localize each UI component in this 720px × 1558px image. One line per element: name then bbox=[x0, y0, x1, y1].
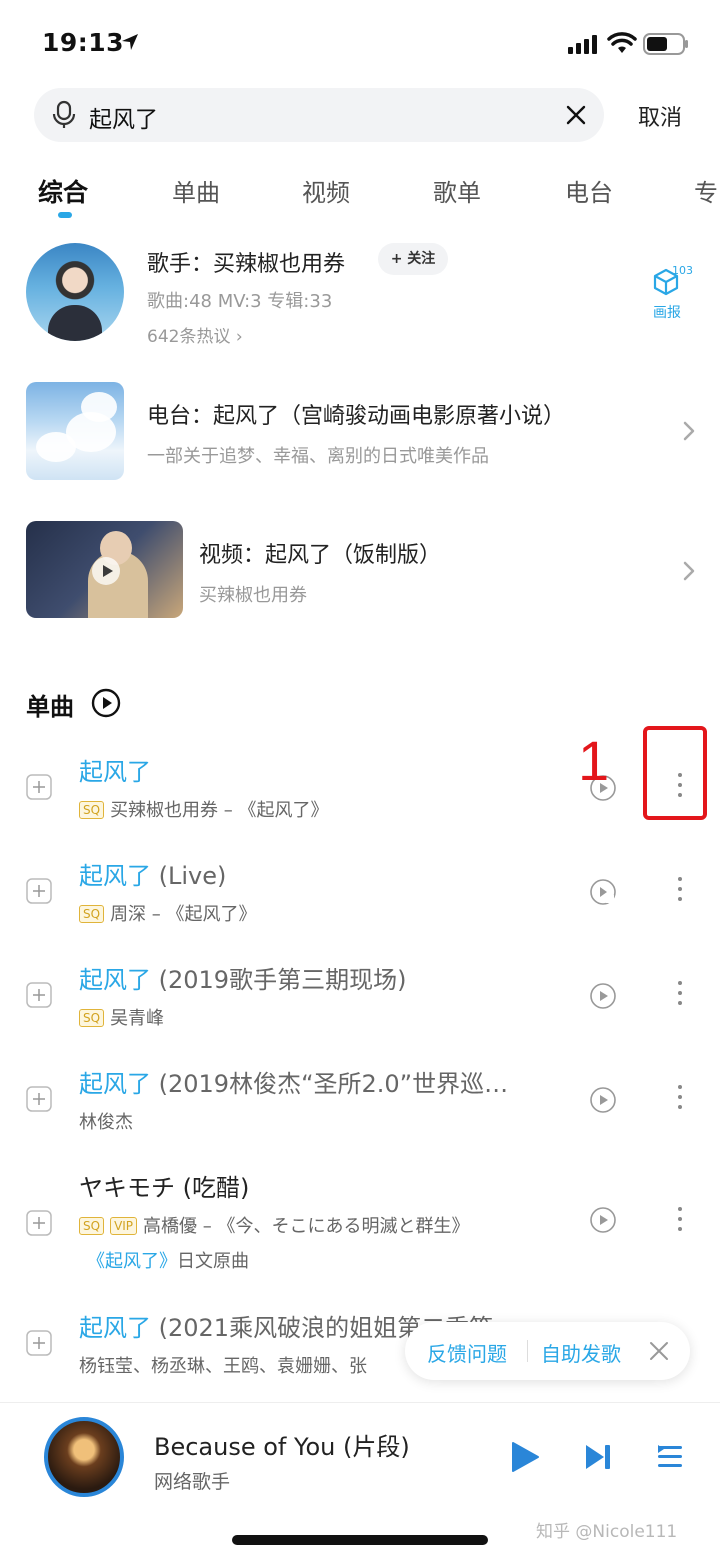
singer-title[interactable]: 歌手：买辣椒也用券 bbox=[147, 246, 345, 278]
vip-badge: VIP bbox=[110, 1217, 138, 1235]
play-overlay-icon bbox=[92, 557, 120, 585]
poster-button[interactable]: 103 画报 bbox=[640, 262, 696, 322]
singer-avatar[interactable] bbox=[26, 243, 124, 341]
report-issue-button[interactable]: 反馈问题 bbox=[427, 1338, 507, 1367]
search-bar[interactable]: 起风了 bbox=[34, 88, 604, 142]
battery-icon bbox=[643, 33, 688, 55]
result-tabs: 综合 单曲 视频 歌单 电台 专 bbox=[0, 165, 720, 220]
sq-badge: SQ bbox=[79, 1009, 105, 1027]
more-options-icon[interactable] bbox=[672, 1204, 688, 1234]
add-to-playlist-icon[interactable] bbox=[26, 1330, 52, 1356]
tab-songs[interactable]: 单曲 bbox=[172, 173, 220, 208]
now-playing-cover[interactable] bbox=[44, 1417, 124, 1497]
play-video-icon[interactable] bbox=[589, 1206, 617, 1234]
home-indicator[interactable] bbox=[232, 1535, 488, 1545]
poster-label: 画报 bbox=[653, 305, 681, 321]
sq-badge: SQ bbox=[79, 1217, 105, 1235]
song-meta: SQ 买辣椒也用券 – 《起风了》 bbox=[79, 796, 329, 822]
radio-title[interactable]: 电台：起风了（宫崎骏动画电影原著小说） bbox=[147, 398, 565, 430]
play-video-icon[interactable] bbox=[589, 982, 617, 1010]
playlist-icon[interactable] bbox=[656, 1443, 684, 1471]
watermark: 知乎 @Nicole111 bbox=[536, 1522, 678, 1542]
search-input[interactable]: 起风了 bbox=[89, 100, 158, 134]
more-options-icon[interactable] bbox=[672, 1082, 688, 1112]
close-icon[interactable] bbox=[648, 1340, 670, 1362]
more-options-icon[interactable] bbox=[672, 978, 688, 1008]
poster-count: 103 bbox=[672, 264, 693, 277]
song-title[interactable]: 起风了 (2019歌手第三期现场) bbox=[79, 960, 406, 995]
song-row[interactable]: 起风了 (2019歌手第三期现场) SQ 吴青峰 bbox=[0, 956, 720, 1056]
annotation-number: 1 bbox=[578, 729, 610, 792]
song-meta: SQ 周深 – 《起风了》 bbox=[79, 900, 257, 926]
radio-subtitle: 一部关于追梦、幸福、离别的日式唯美作品 bbox=[147, 446, 489, 467]
tab-all[interactable]: 综合 bbox=[38, 173, 88, 209]
song-title[interactable]: ヤキモチ (吃醋) bbox=[79, 1168, 249, 1203]
voice-search-icon[interactable] bbox=[50, 100, 78, 130]
tab-radio[interactable]: 电台 bbox=[565, 173, 613, 208]
add-to-playlist-icon[interactable] bbox=[26, 982, 52, 1008]
add-to-playlist-icon[interactable] bbox=[26, 774, 52, 800]
add-to-playlist-icon[interactable] bbox=[26, 1210, 52, 1236]
annotation-highlight-box bbox=[643, 726, 707, 820]
more-options-icon[interactable] bbox=[672, 874, 688, 904]
tab-albums[interactable]: 专 bbox=[694, 173, 718, 208]
play-icon[interactable] bbox=[510, 1441, 540, 1473]
video-title[interactable]: 视频：起风了（饭制版） bbox=[199, 537, 441, 569]
song-row[interactable]: 起风了 (2019林俊杰“圣所2.0”世界巡… 林俊杰 bbox=[0, 1060, 720, 1160]
video-subtitle: 买辣椒也用券 bbox=[199, 585, 307, 606]
song-row[interactable]: 起风了 (Live) SQ 周深 – 《起风了》 bbox=[0, 852, 720, 952]
wifi-icon bbox=[607, 32, 637, 53]
feedback-popup: 反馈问题 自助发歌 bbox=[405, 1322, 690, 1380]
next-track-icon[interactable] bbox=[584, 1443, 612, 1471]
song-meta: SQ 吴青峰 bbox=[79, 1004, 164, 1030]
status-bar: 19:13 bbox=[0, 0, 720, 80]
song-title[interactable]: 起风了 (Live) bbox=[79, 856, 226, 891]
follow-button[interactable]: + 关注 bbox=[378, 243, 448, 275]
song-row[interactable]: ヤキモチ (吃醋) SQ VIP 高橋優 – 《今、そこにある明滅と群生》 《起风了… bbox=[0, 1164, 720, 1284]
cellular-signal-icon bbox=[568, 35, 597, 54]
sq-badge: SQ bbox=[79, 801, 105, 819]
active-tab-indicator bbox=[58, 212, 72, 218]
chevron-right-icon[interactable] bbox=[682, 420, 696, 442]
chevron-right-icon[interactable] bbox=[682, 560, 696, 582]
location-arrow-icon bbox=[122, 34, 138, 50]
now-playing-title[interactable]: Because of You (片段) bbox=[154, 1427, 410, 1462]
add-to-playlist-icon[interactable] bbox=[26, 1086, 52, 1112]
cancel-button[interactable]: 取消 bbox=[638, 100, 682, 132]
now-playing-artist: 网络歌手 bbox=[154, 1471, 231, 1493]
singer-hot-discussion-link[interactable]: 642条热议 › bbox=[147, 322, 243, 347]
song-row[interactable]: 起风了 SQ 买辣椒也用券 – 《起风了》 bbox=[0, 748, 720, 848]
tab-videos[interactable]: 视频 bbox=[302, 173, 350, 208]
add-to-playlist-icon[interactable] bbox=[26, 878, 52, 904]
clear-search-icon[interactable] bbox=[564, 103, 588, 127]
play-video-icon[interactable] bbox=[589, 1086, 617, 1114]
video-thumbnail[interactable] bbox=[26, 521, 183, 618]
song-title[interactable]: 起风了 (2019林俊杰“圣所2.0”世界巡… bbox=[79, 1064, 508, 1099]
song-meta: 杨钰莹、杨丞琳、王鸥、袁姗姗、张 bbox=[79, 1356, 367, 1377]
original-song-note[interactable]: 《起风了》日文原曲 bbox=[87, 1247, 249, 1273]
song-meta: 林俊杰 bbox=[79, 1112, 133, 1133]
song-title[interactable]: 起风了 bbox=[79, 752, 151, 787]
songs-section-title: 单曲 bbox=[26, 693, 74, 721]
song-meta: SQ VIP 高橋優 – 《今、そこにある明滅と群生》 bbox=[79, 1212, 470, 1238]
singer-stats: 歌曲:48 MV:3 专辑:33 bbox=[147, 291, 333, 312]
divider bbox=[527, 1340, 528, 1362]
play-all-icon[interactable] bbox=[91, 688, 121, 718]
tab-playlists[interactable]: 歌单 bbox=[433, 173, 481, 208]
vertical-video-icon[interactable] bbox=[589, 878, 617, 906]
sq-badge: SQ bbox=[79, 905, 105, 923]
radio-cover-image[interactable] bbox=[26, 382, 124, 480]
self-publish-button[interactable]: 自助发歌 bbox=[541, 1338, 621, 1367]
status-time: 19:13 bbox=[42, 28, 125, 57]
